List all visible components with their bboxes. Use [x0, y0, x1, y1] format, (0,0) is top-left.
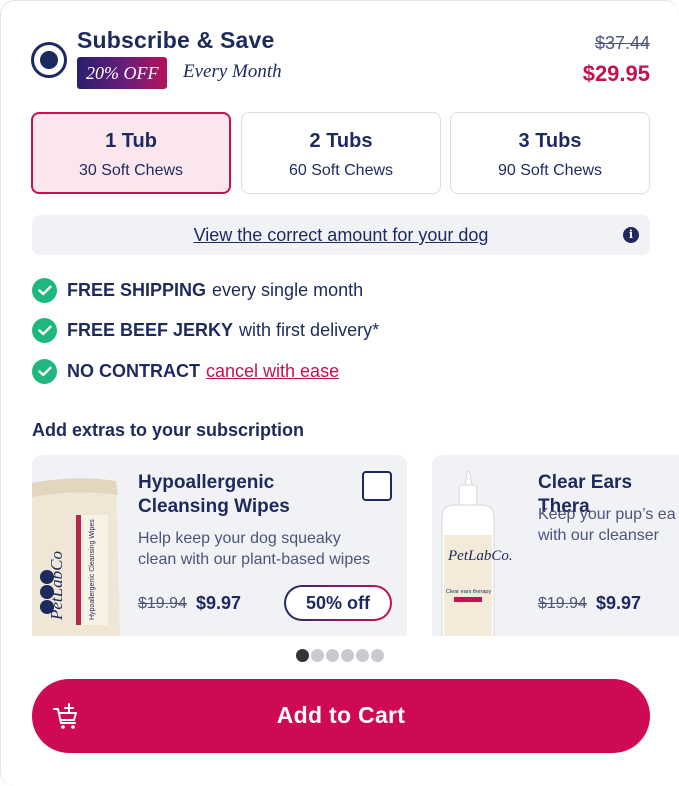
extra-card-description: Keep your pup’s ea with our cleanser [538, 506, 676, 544]
tub-option-sub: 60 Soft Chews [288, 162, 394, 179]
benefit-bold: FREE BEEF JERKY [67, 319, 234, 340]
tub-option-1[interactable]: 1 Tub 30 Soft Chews [31, 112, 231, 194]
cancel-with-ease-link[interactable]: cancel with ease [206, 361, 339, 382]
benefit-free-jerky: FREE BEEF JERKY with first delivery* [32, 317, 379, 343]
subscribe-radio[interactable] [31, 42, 67, 78]
extras-heading: Add extras to your subscription [32, 420, 305, 440]
check-circle-icon [32, 358, 57, 384]
plan-frequency: Every Month [183, 61, 282, 82]
radio-selected-dot [40, 51, 58, 69]
tub-option-2[interactable]: 2 Tubs 60 Soft Chews [241, 112, 441, 194]
tub-option-label: 1 Tub [105, 130, 157, 152]
carousel-dot[interactable] [296, 649, 309, 662]
benefit-bold: FREE SHIPPING [67, 279, 207, 300]
benefit-text: every single month [212, 279, 364, 300]
check-circle-icon [32, 277, 57, 303]
extra-card-new-price: $9.97 [196, 593, 242, 613]
ear-cleanser-product-text: Clear ears therapy [446, 589, 491, 595]
check-circle-icon [32, 317, 57, 343]
extra-card-old-price: $19.94 [538, 595, 587, 612]
tub-option-sub: 30 Soft Chews [78, 162, 184, 179]
ear-cleanser-product-image: PetLabCo. Clear ears therapy [432, 455, 532, 636]
add-to-cart-label: Add to Cart [276, 702, 406, 728]
add-to-cart-button[interactable]: Add to Cart [32, 679, 650, 753]
extra-card-new-price: $9.97 [596, 593, 642, 613]
discount-pill: 50% off [284, 585, 392, 621]
extra-card-title: Hypoallergenic Cleansing Wipes [138, 472, 290, 517]
benefit-bold: NO CONTRACT [67, 360, 200, 381]
benefit-free-shipping: FREE SHIPPING every single month [32, 277, 363, 303]
plan-new-price: $29.95 [582, 61, 650, 86]
tub-option-3[interactable]: 3 Tubs 90 Soft Chews [450, 112, 650, 194]
dosage-info-bar: View the correct amount for your dog i [32, 215, 650, 255]
extra-card-description: Help keep your dog squeaky clean with ou… [138, 530, 371, 568]
plan-old-price: $37.44 [594, 33, 650, 53]
carousel-dot[interactable] [311, 649, 324, 662]
carousel-dot[interactable] [341, 649, 354, 662]
tub-option-sub: 90 Soft Chews [497, 162, 603, 179]
info-icon[interactable]: i [623, 227, 639, 243]
view-correct-amount-link[interactable]: View the correct amount for your dog [32, 225, 650, 246]
tub-option-label: 2 Tubs [309, 130, 373, 152]
carousel-dot[interactable] [356, 649, 369, 662]
carousel-dot[interactable] [371, 649, 384, 662]
extra-card-wipes[interactable]: PetLabCo Hypoallergenic Cleansing Wipes … [32, 455, 407, 636]
carousel-pagination [296, 649, 384, 662]
extra-card-ear-cleanser[interactable]: PetLabCo. Clear ears therapy Clear Ears … [432, 455, 679, 636]
benefit-text: with first delivery* [239, 319, 380, 340]
ear-cleanser-brand-text: PetLabCo. [447, 548, 513, 564]
add-wipes-checkbox[interactable] [362, 471, 392, 501]
benefit-no-contract: NO CONTRACT cancel with ease [32, 358, 339, 384]
extra-card-old-price: $19.94 [138, 595, 187, 612]
wipes-product-image: PetLabCo Hypoallergenic Cleansing Wipes [32, 455, 132, 636]
wipes-product-text: Hypoallergenic Cleansing Wipes [89, 519, 96, 620]
plan-title: Subscribe & Save [77, 27, 275, 53]
carousel-dot[interactable] [326, 649, 339, 662]
tub-option-label: 3 Tubs [518, 130, 582, 152]
discount-badge: 20% OFF [77, 57, 168, 89]
